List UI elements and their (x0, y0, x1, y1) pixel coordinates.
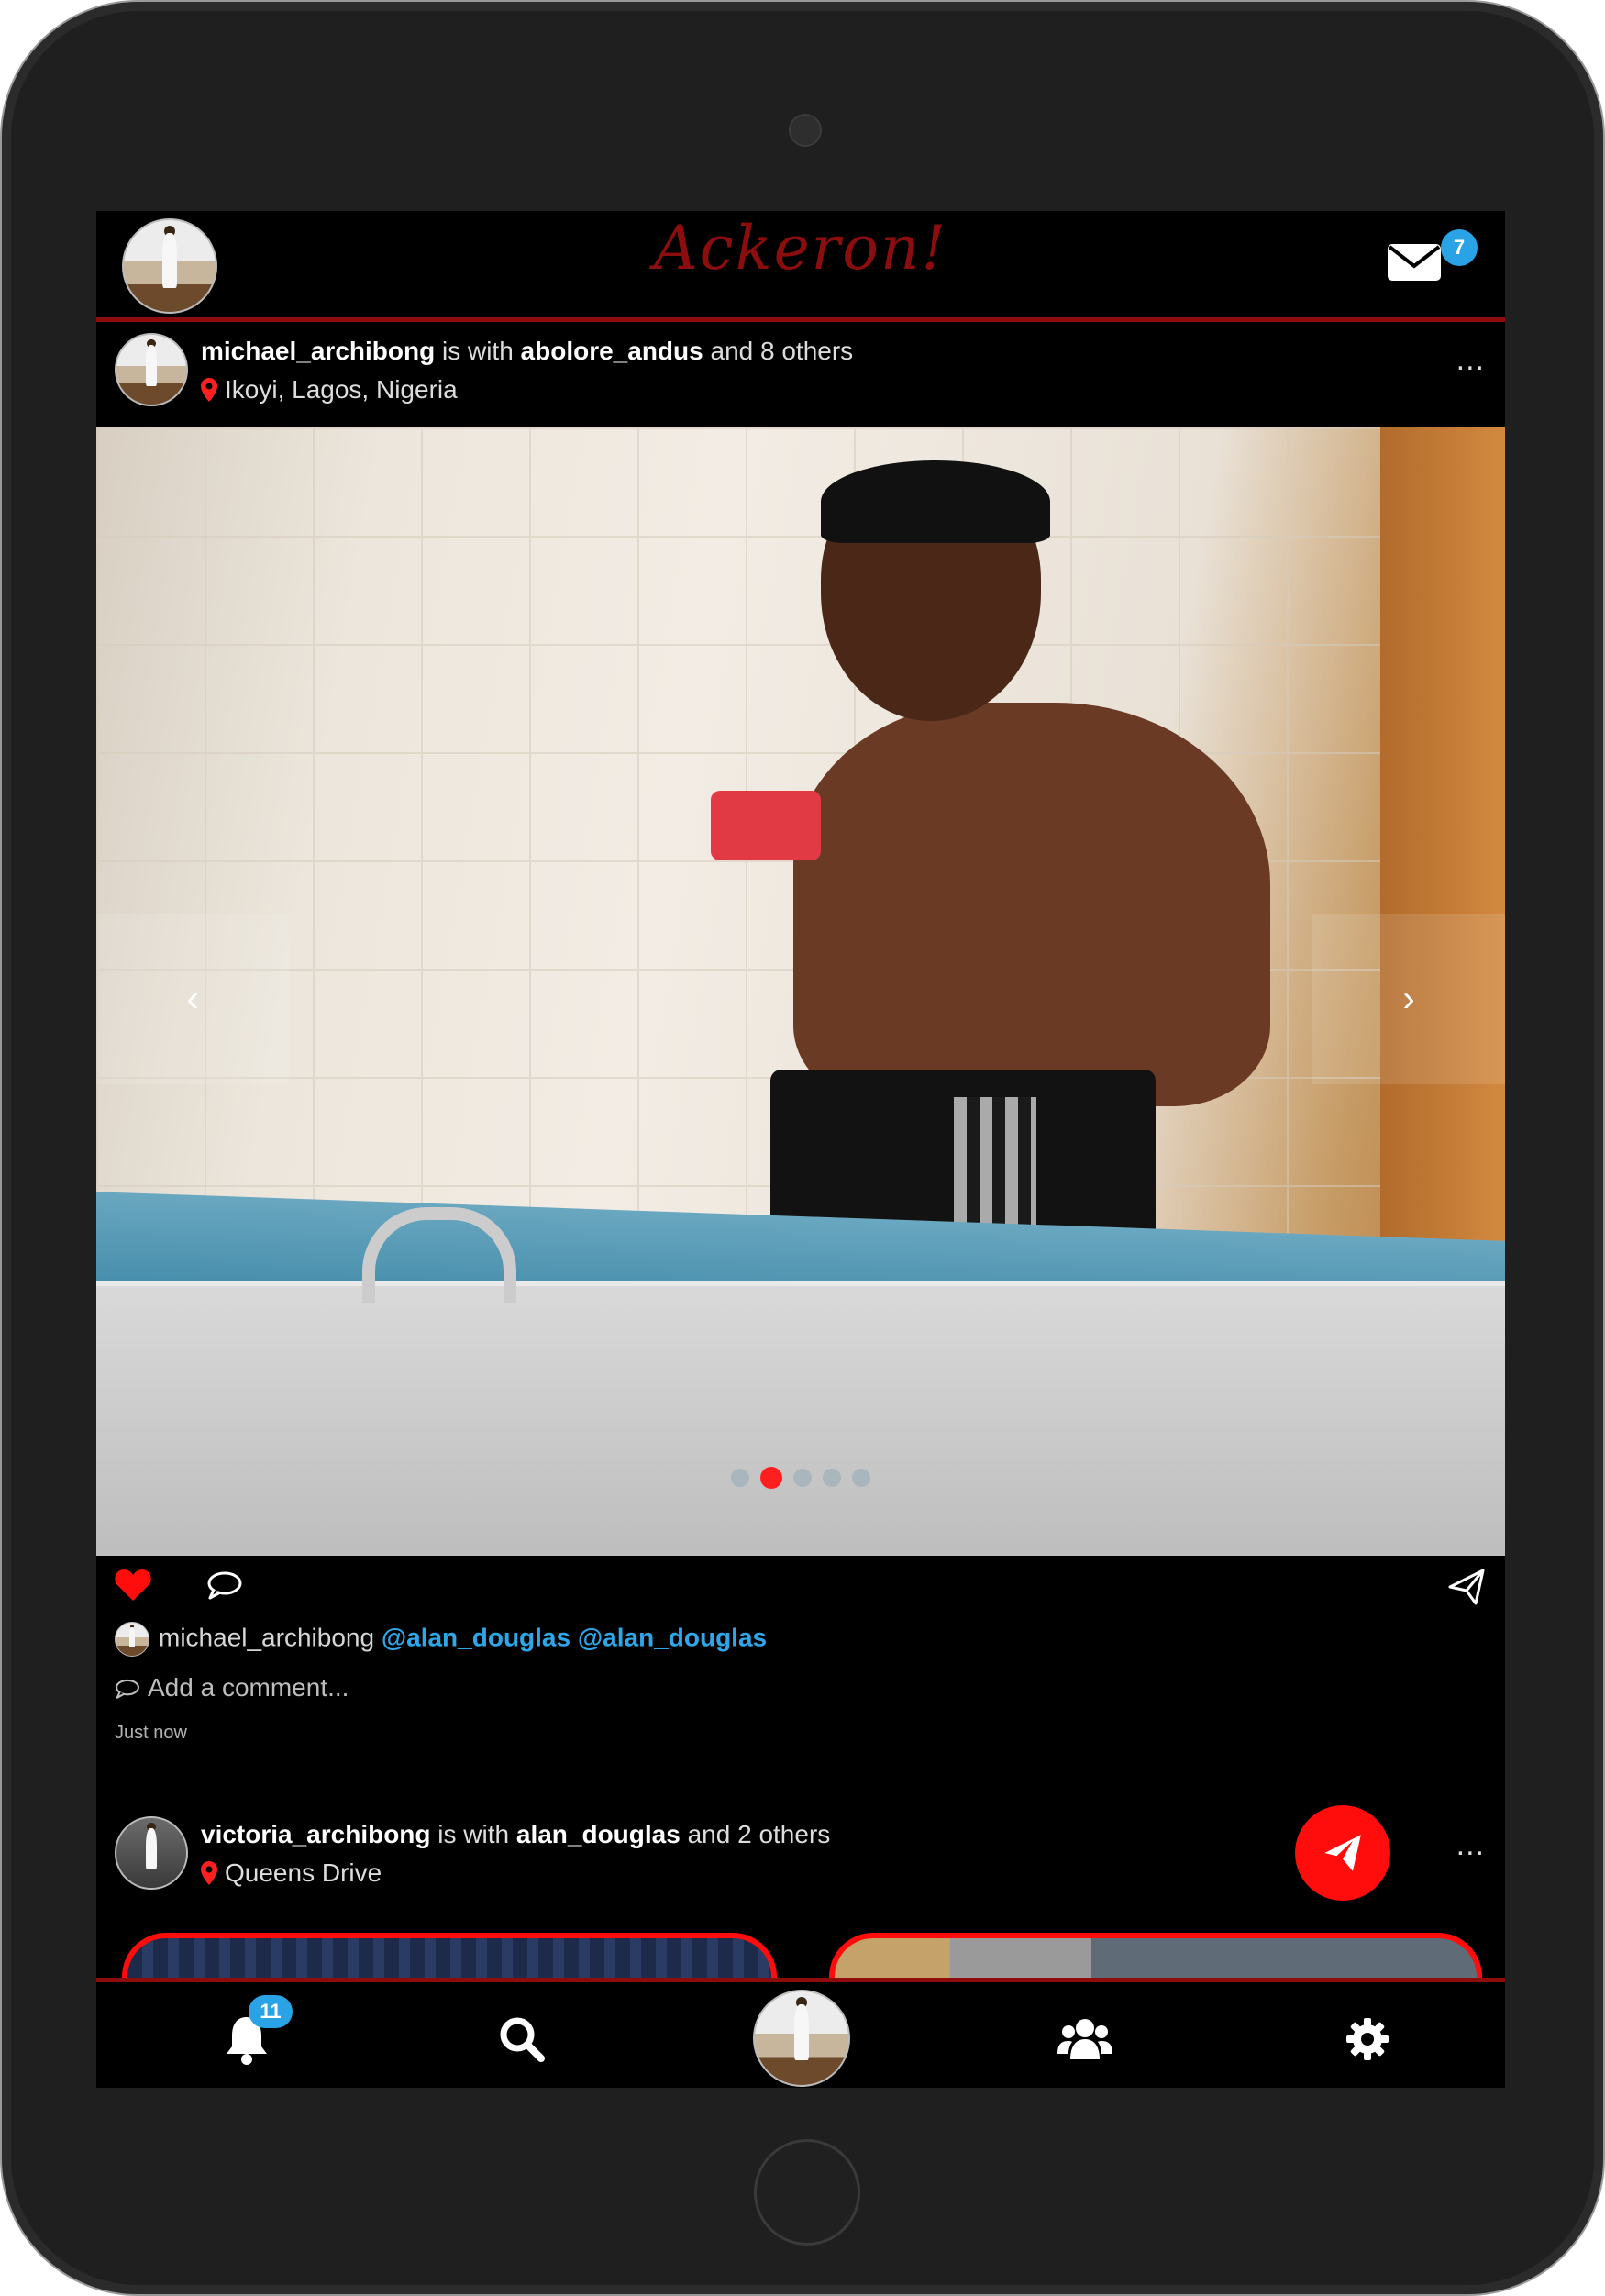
tagged-user[interactable]: alan_douglas (516, 1820, 681, 1848)
caption-avatar[interactable] (115, 1622, 149, 1657)
search-icon (500, 2017, 545, 2062)
like-heart-icon[interactable] (115, 1569, 151, 1602)
post-actions (96, 1556, 1505, 1629)
location-text: Queens Drive (225, 1858, 382, 1887)
location-pin-icon (201, 1861, 217, 1885)
settings-tab[interactable] (1340, 1982, 1395, 2088)
messages-badge: 7 (1441, 229, 1478, 266)
location-pin-icon (201, 378, 217, 402)
post-caption: michael_archibong @alan_douglas @alan_do… (115, 1622, 767, 1657)
tagged-user[interactable]: abolore_andus (521, 337, 703, 365)
others-text[interactable]: and 2 others (688, 1820, 831, 1848)
camera-lens (789, 114, 822, 147)
comment-placeholder: Add a comment... (148, 1673, 349, 1702)
with-text: is with (441, 337, 514, 365)
post-options-button[interactable]: ... (1456, 342, 1485, 378)
carousel-prev-button[interactable]: ‹ (96, 914, 289, 1084)
tablet-frame: Ackeron! 7 michael_archibong is with abo… (0, 0, 1605, 2296)
carousel-indicator-active[interactable] (760, 1467, 782, 1489)
notifications-badge: 11 (249, 1995, 293, 2028)
post-author-line: victoria_archibong is with alan_douglas … (201, 1820, 830, 1849)
bottom-nav: 11 (96, 1978, 1505, 2088)
top-bar: Ackeron! 7 (96, 211, 1505, 322)
carousel-indicator[interactable] (731, 1469, 749, 1487)
carousel-next-button[interactable]: › (1312, 914, 1505, 1084)
carousel-indicator[interactable] (793, 1469, 812, 1487)
post-timestamp: Just now (115, 1723, 187, 1743)
post-location[interactable]: Queens Drive (201, 1858, 382, 1888)
home-button[interactable] (754, 2139, 860, 2246)
carousel-indicator[interactable] (852, 1469, 870, 1487)
post-options-button[interactable]: ... (1456, 1827, 1485, 1863)
carousel-indicators (96, 1467, 1505, 1489)
share-send-icon[interactable] (1448, 1569, 1485, 1605)
others-text[interactable]: and 8 others (711, 337, 854, 365)
search-tab[interactable] (491, 1982, 555, 2088)
post-author-name[interactable]: victoria_archibong (201, 1820, 431, 1848)
post-photo-carousel[interactable]: ‹ › (96, 427, 1505, 1556)
door (1380, 427, 1505, 1253)
friends-tab[interactable] (1052, 1982, 1116, 2088)
mention-link[interactable]: @alan_douglas (382, 1623, 570, 1651)
post-author-avatar[interactable] (115, 333, 188, 406)
add-comment-field[interactable]: Add a comment... (115, 1673, 349, 1703)
mention-link[interactable]: @alan_douglas (578, 1623, 767, 1651)
caption-username[interactable]: michael_archibong (159, 1623, 374, 1651)
post-header: michael_archibong is with abolore_andus … (96, 322, 1505, 427)
new-post-button[interactable] (1295, 1805, 1390, 1901)
carousel-indicator[interactable] (823, 1469, 841, 1487)
post-author-avatar[interactable] (115, 1816, 188, 1890)
messages-icon[interactable] (1388, 244, 1441, 281)
gear-icon (1346, 2018, 1389, 2060)
comment-icon[interactable] (206, 1570, 243, 1600)
profile-tab-avatar[interactable] (753, 1990, 850, 2087)
app-title: Ackeron! (654, 213, 947, 283)
app-screen: Ackeron! 7 michael_archibong is with abo… (96, 211, 1505, 2088)
post-location[interactable]: Ikoyi, Lagos, Nigeria (201, 375, 458, 405)
with-text: is with (437, 1820, 510, 1848)
post-author-line: michael_archibong is with abolore_andus … (201, 337, 853, 366)
post-header: victoria_archibong is with alan_douglas … (96, 1807, 1505, 1917)
paper-plane-icon (1324, 1835, 1361, 1871)
location-text: Ikoyi, Lagos, Nigeria (225, 375, 458, 404)
comment-small-icon (116, 1679, 139, 1699)
post-author-name[interactable]: michael_archibong (201, 337, 435, 365)
notifications-tab[interactable]: 11 (214, 1982, 293, 2088)
users-icon (1057, 2019, 1112, 2059)
